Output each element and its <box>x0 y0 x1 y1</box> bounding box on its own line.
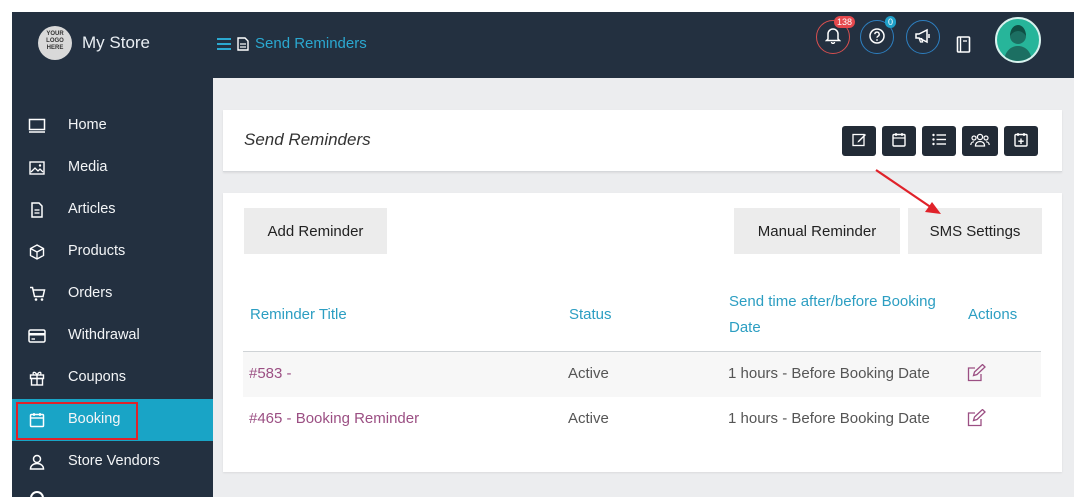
app-window: YOUR LOGO HERE My Store Send Reminders 138… <box>12 12 1074 497</box>
gift-icon <box>28 369 46 387</box>
sidebar-item-label: Products <box>68 243 126 259</box>
manual-reminder-button[interactable]: Manual Reminder <box>734 208 900 254</box>
column-header-send-time-line2: Date <box>729 319 761 336</box>
calendar-plus-icon <box>1014 132 1028 150</box>
page-title: Send Reminders <box>244 130 371 149</box>
help-button[interactable]: 0 <box>860 16 896 54</box>
breadcrumb-current[interactable]: Send Reminders <box>255 35 367 52</box>
megaphone-icon <box>914 28 932 47</box>
image-icon <box>28 159 46 177</box>
question-icon <box>869 27 885 47</box>
reminder-send-time: 1 hours - Before Booking Date <box>728 410 930 427</box>
help-count-badge: 0 <box>884 16 896 28</box>
reminder-title-link[interactable]: #465 - Booking Reminder <box>249 410 419 427</box>
sidebar-item-label: Coupons <box>68 369 127 385</box>
credit-card-icon <box>28 327 46 345</box>
edit-icon[interactable] <box>967 408 986 430</box>
column-header-send-time[interactable]: Send time after/before Booking Date <box>729 289 936 341</box>
bell-icon <box>824 27 842 47</box>
user-icon <box>28 453 46 471</box>
sidebar-item-label: Store Vendors <box>68 453 160 469</box>
notifications-button[interactable]: 138 <box>816 16 855 54</box>
calendar-icon <box>892 132 906 150</box>
sidebar-item-withdrawal[interactable]: Withdrawal <box>12 315 213 357</box>
sidebar-item-booking[interactable]: Booking <box>12 399 213 441</box>
breadcrumb: Send Reminders <box>217 35 367 52</box>
list-toolbar-button[interactable] <box>922 126 956 156</box>
sidebar-item-media[interactable]: Media <box>12 147 213 189</box>
sidebar: Home Media Articles Products Orders With… <box>12 78 213 497</box>
store-name[interactable]: My Store <box>82 33 150 53</box>
sidebar-item-store-vendors[interactable]: Store Vendors <box>12 441 213 483</box>
top-bar: YOUR LOGO HERE My Store Send Reminders 138… <box>12 12 1074 78</box>
column-header-title[interactable]: Reminder Title <box>250 302 347 328</box>
reminder-send-time: 1 hours - Before Booking Date <box>728 365 930 382</box>
user-avatar[interactable] <box>995 17 1041 63</box>
menu-toggle-icon[interactable] <box>217 37 231 50</box>
list-icon <box>931 133 947 149</box>
sidebar-item-label: Home <box>68 117 107 133</box>
table-row: #583 - Active 1 hours - Before Booking D… <box>243 352 1041 397</box>
reminder-title-link[interactable]: #583 - <box>249 365 292 382</box>
sidebar-item-label: Articles <box>68 201 116 217</box>
add-reminder-button[interactable]: Add Reminder <box>244 208 387 254</box>
sidebar-item-articles[interactable]: Articles <box>12 189 213 231</box>
highlight-box <box>16 402 138 440</box>
sidebar-item-label: Orders <box>68 285 113 301</box>
sms-settings-button[interactable]: SMS Settings <box>908 208 1042 254</box>
sidebar-item-label: Withdrawal <box>68 327 140 343</box>
table-row: #465 - Booking Reminder Active 1 hours -… <box>243 397 1041 442</box>
edit-icon <box>851 132 867 150</box>
sidebar-item-products[interactable]: Products <box>12 231 213 273</box>
sidebar-item-label: Media <box>68 159 108 175</box>
monitor-icon <box>28 117 46 135</box>
reminders-card: Add Reminder Manual Reminder SMS Setting… <box>223 193 1062 472</box>
reminder-status: Active <box>568 365 609 382</box>
more-icon <box>30 491 44 497</box>
customers-toolbar-button[interactable] <box>962 126 998 156</box>
cart-icon <box>28 285 46 303</box>
reminder-status: Active <box>568 410 609 427</box>
knowledgebase-icon[interactable] <box>956 36 971 56</box>
sidebar-item-orders[interactable]: Orders <box>12 273 213 315</box>
calendar-toolbar-button[interactable] <box>882 126 916 156</box>
add-booking-toolbar-button[interactable] <box>1004 126 1038 156</box>
sidebar-item-home[interactable]: Home <box>12 105 213 147</box>
notification-count-badge: 138 <box>833 16 855 28</box>
page-header-card: Send Reminders <box>223 110 1062 172</box>
document-icon <box>28 201 46 219</box>
edit-toolbar-button[interactable] <box>842 126 876 156</box>
column-header-send-time-line1: Send time after/before Booking <box>729 293 936 310</box>
document-icon <box>237 36 249 51</box>
sidebar-item-coupons[interactable]: Coupons <box>12 357 213 399</box>
users-group-icon <box>970 133 990 150</box>
store-logo[interactable]: YOUR LOGO HERE <box>38 26 72 60</box>
box-icon <box>28 243 46 261</box>
column-header-actions: Actions <box>968 306 1018 323</box>
announcements-button[interactable] <box>906 20 940 54</box>
edit-icon[interactable] <box>967 363 986 385</box>
column-header-status[interactable]: Status <box>569 302 612 328</box>
